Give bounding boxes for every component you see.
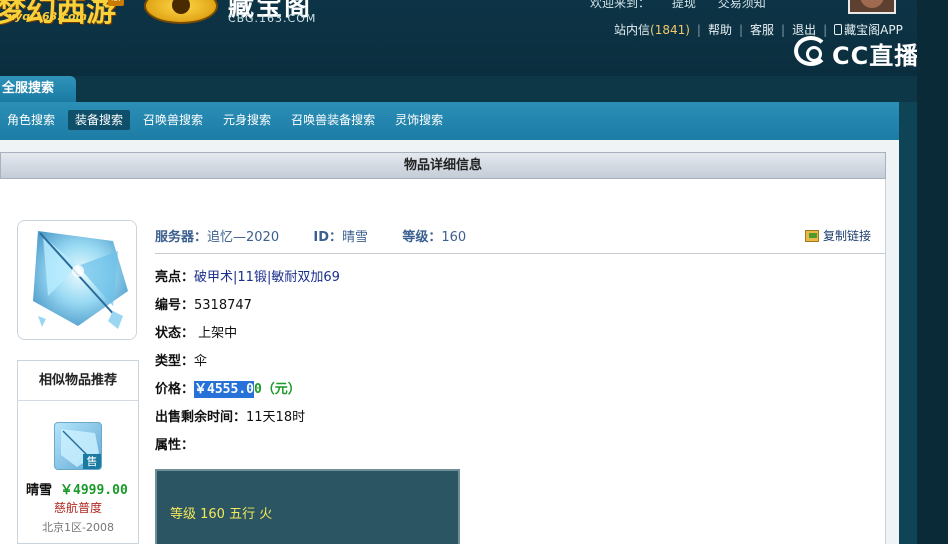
cc-live-watermark: CC直播 xyxy=(794,34,924,70)
status-row: 状态： 上架中 xyxy=(155,322,237,341)
similar-item-name[interactable]: 晴雪 xyxy=(26,479,52,498)
cc-logo-icon xyxy=(794,36,828,66)
site-header: 梦幻西游 xyq.163.com 版 藏宝阁 CBG.163.COM 欢迎来到：… xyxy=(0,0,948,76)
similar-item-server: 北京1区-2008 xyxy=(42,521,114,534)
level-label: 等级： xyxy=(402,230,442,245)
site-domain: CBG.163.COM xyxy=(228,12,317,25)
subtab-pet-equipment-search[interactable]: 召唤兽装备搜索 xyxy=(284,110,382,130)
right-rail xyxy=(899,102,917,544)
subtab-avatar-search[interactable]: 元身搜索 xyxy=(216,110,278,130)
game-logo-domain: xyq.163.com xyxy=(8,10,87,23)
welcome-text: 欢迎来到： xyxy=(590,0,651,10)
user-avatar[interactable] xyxy=(848,0,896,14)
id-value: 晴雪 xyxy=(342,230,369,245)
subtab-equipment-search[interactable]: 装备搜索 xyxy=(68,110,131,130)
type-row: 类型：伞 xyxy=(155,350,207,369)
price-label: 价格： xyxy=(155,382,195,397)
attributes-label: 属性： xyxy=(155,438,195,453)
similar-item-price: ￥4999.00 xyxy=(60,483,128,498)
number-label: 编号： xyxy=(155,298,195,313)
similar-item-thumbnail[interactable]: 售 xyxy=(54,422,102,470)
attributes-box: 等级 160 五行 火 xyxy=(155,469,460,544)
help-link[interactable]: 帮助 xyxy=(708,21,732,38)
price-selected-text[interactable]: ￥4555.0 xyxy=(194,381,254,398)
subtabs: 角色搜索 装备搜索 召唤兽搜索 元身搜索 召唤兽装备搜索 灵饰搜索 xyxy=(0,110,456,130)
price-row: 价格：￥4555.00（元） xyxy=(155,378,301,398)
for-sale-badge: 售 xyxy=(83,454,101,469)
nav-separator: | xyxy=(738,23,744,37)
copy-link-icon xyxy=(805,230,819,242)
page-edge xyxy=(917,0,948,544)
item-summary-row: 服务器：追忆—2020 ID：晴雪 等级：160 xyxy=(155,226,466,245)
highlights-row: 亮点：破甲术|11锻|敏耐双加69 xyxy=(155,266,340,285)
subtab-role-search[interactable]: 角色搜索 xyxy=(0,110,62,130)
section-title: 物品详细信息 xyxy=(0,152,886,179)
status-label: 状态： xyxy=(155,326,195,341)
inbox-count: (1841) xyxy=(650,23,690,37)
inbox-link[interactable]: 站内信(1841) xyxy=(614,21,690,38)
nav-separator: | xyxy=(696,23,701,37)
tab-all-server-search[interactable]: 全服搜索 xyxy=(0,76,76,102)
level-value: 160 xyxy=(441,230,467,245)
number-row: 编号：5318747 xyxy=(155,294,252,313)
price-rest-text: 0（元） xyxy=(253,382,301,397)
highlights-value: 破甲术|11锻|敏耐双加69 xyxy=(194,270,340,285)
server-label: 服务器： xyxy=(155,230,208,245)
top-user-bar: 欢迎来到： 提现 交易须知 xyxy=(590,0,784,11)
umbrella-item-icon xyxy=(18,221,136,339)
summary-divider xyxy=(155,253,885,254)
remaining-value: 11天18时 xyxy=(246,410,306,425)
number-value: 5318747 xyxy=(194,298,252,313)
status-value: 上架中 xyxy=(198,326,238,341)
cc-watermark-text: CC直播 xyxy=(832,42,920,70)
attributes-row: 属性： xyxy=(155,434,194,453)
withdraw-link[interactable]: 提现 xyxy=(672,0,696,10)
copy-link-label: 复制链接 xyxy=(823,229,872,243)
remaining-row: 出售剩余时间：11天18时 xyxy=(155,406,305,425)
similar-item-seller[interactable]: 慈航普度 xyxy=(18,499,138,516)
type-label: 类型： xyxy=(155,354,195,369)
inbox-label: 站内信 xyxy=(614,23,651,37)
trade-notice-link[interactable]: 交易须知 xyxy=(718,0,766,10)
id-label: ID： xyxy=(313,230,343,245)
similar-items-panel: 相似物品推荐 售 晴雪 ￥4999.00 慈航普度 北京1区-2008 xyxy=(17,360,139,544)
server-value: 追忆—2020 xyxy=(207,230,280,245)
highlights-label: 亮点： xyxy=(155,270,195,285)
nav-separator: | xyxy=(781,23,786,37)
subtab-ornament-search[interactable]: 灵饰搜索 xyxy=(388,110,450,130)
remaining-label: 出售剩余时间： xyxy=(155,410,247,425)
service-link[interactable]: 客服 xyxy=(750,21,774,38)
subtab-pet-search[interactable]: 召唤兽搜索 xyxy=(136,110,210,130)
game-logo[interactable]: 梦幻西游 xyq.163.com 版 xyxy=(0,0,142,29)
game-logo-tag: 版 xyxy=(108,0,124,6)
type-value: 伞 xyxy=(194,354,208,369)
item-image[interactable] xyxy=(17,220,137,340)
attributes-text: 等级 160 五行 火 xyxy=(170,507,273,522)
similar-items-title: 相似物品推荐 xyxy=(18,361,138,401)
coin-logo-icon xyxy=(144,0,218,24)
copy-link-button[interactable]: 复制链接 xyxy=(805,227,871,244)
